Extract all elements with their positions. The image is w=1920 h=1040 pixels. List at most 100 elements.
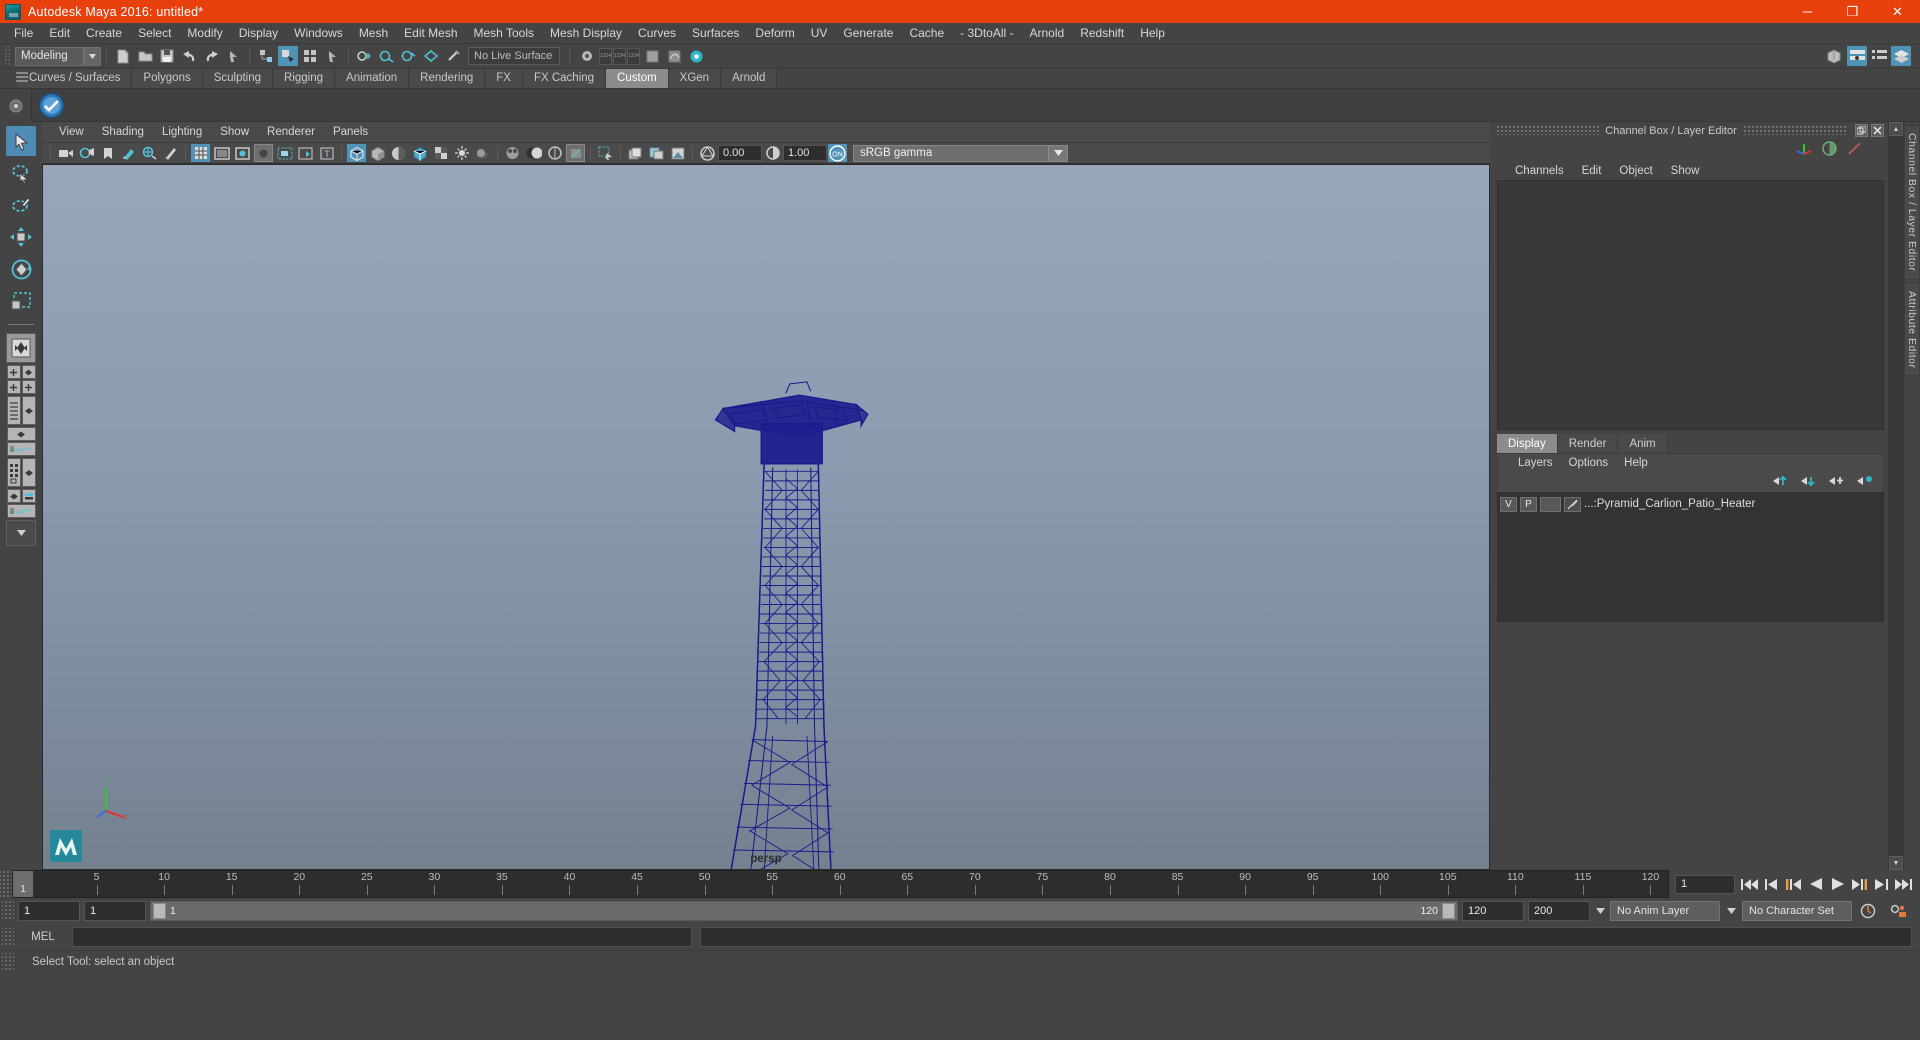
select-tool-icon[interactable] xyxy=(6,126,36,156)
step-back-icon[interactable] xyxy=(1763,876,1780,893)
range-handle-right[interactable] xyxy=(1442,903,1455,919)
range-handle-left[interactable] xyxy=(153,903,166,919)
snap-curve-icon[interactable] xyxy=(664,46,684,66)
new-layer-icon[interactable] xyxy=(1829,475,1845,490)
film-gate-icon[interactable] xyxy=(212,144,231,162)
menu-curves[interactable]: Curves xyxy=(630,24,684,43)
move-layer-up-icon[interactable] xyxy=(1773,475,1789,490)
shading-sphere-icon[interactable] xyxy=(1822,141,1837,159)
tab-render[interactable]: Render xyxy=(1557,434,1619,453)
use-all-lights-icon[interactable] xyxy=(452,144,471,162)
menu-mesh-display[interactable]: Mesh Display xyxy=(542,24,630,43)
help-line-grip[interactable] xyxy=(2,952,14,971)
panel-copy-icon[interactable] xyxy=(647,144,666,162)
current-time-indicator[interactable]: 1 xyxy=(13,871,33,897)
redo-icon[interactable] xyxy=(201,46,221,66)
show-channel-box-icon[interactable] xyxy=(1891,46,1911,66)
snap-to-grid-icon[interactable] xyxy=(577,46,597,66)
scroll-track[interactable] xyxy=(1889,136,1903,856)
range-slider-grip[interactable] xyxy=(2,901,14,921)
isolate-select-icon[interactable] xyxy=(596,144,615,162)
menu-windows[interactable]: Windows xyxy=(286,24,351,43)
numeric-input-y[interactable]: 1234 xyxy=(613,47,626,65)
xray-joints-icon[interactable] xyxy=(296,144,315,162)
layout-quad-br-icon[interactable] xyxy=(21,380,36,394)
menu-set-selector[interactable]: Modeling xyxy=(15,46,101,66)
viewport-menu-shading[interactable]: Shading xyxy=(93,125,153,139)
time-slider-grip[interactable] xyxy=(0,870,12,898)
menu-help[interactable]: Help xyxy=(1132,24,1173,43)
color-management-select[interactable]: sRGB gamma xyxy=(853,144,1068,162)
grid-toggle-icon[interactable] xyxy=(191,144,210,162)
image-plane-icon[interactable] xyxy=(119,144,138,162)
layout-outliner-small-icon[interactable] xyxy=(21,489,36,503)
channel-box-content[interactable] xyxy=(1497,180,1884,430)
motion-blur-icon[interactable] xyxy=(524,144,543,162)
lasso-tool-icon[interactable] xyxy=(6,158,36,188)
menu-modify[interactable]: Modify xyxy=(179,24,230,43)
viewport-menu-lighting[interactable]: Lighting xyxy=(153,125,211,139)
layer-display-type-toggle[interactable] xyxy=(1540,496,1561,512)
scroll-up-arrow-icon[interactable]: ▲ xyxy=(1889,122,1903,136)
gamma-icon[interactable] xyxy=(763,144,782,162)
shelf-tab-polygons[interactable]: Polygons xyxy=(132,69,203,88)
manipulator-axis-icon[interactable] xyxy=(1796,141,1812,160)
character-preferences-icon[interactable] xyxy=(1886,903,1912,919)
layer-menu-layers[interactable]: Layers xyxy=(1510,456,1561,470)
shelf-tab-arnold[interactable]: Arnold xyxy=(721,69,778,88)
menu-deform[interactable]: Deform xyxy=(747,24,802,43)
viewport-menu-renderer[interactable]: Renderer xyxy=(258,125,324,139)
display-layer-list[interactable]: V P ...:Pyramid_Carlion_Patio_Heater xyxy=(1497,492,1884,622)
paint-select-tool-icon[interactable] xyxy=(6,190,36,220)
viewport-3d-canvas[interactable]: Y X persp xyxy=(42,164,1490,870)
select-by-component-uv-icon[interactable] xyxy=(421,46,441,66)
menu-display[interactable]: Display xyxy=(231,24,286,43)
select-by-component-point-icon[interactable] xyxy=(355,46,375,66)
viewport-menu-show[interactable]: Show xyxy=(211,125,258,139)
maximize-button[interactable]: ❐ xyxy=(1830,0,1875,23)
menu-mesh-tools[interactable]: Mesh Tools xyxy=(466,24,542,43)
snap-point-icon[interactable] xyxy=(642,46,662,66)
texture-checker-icon[interactable] xyxy=(431,144,450,162)
textured-mode-icon[interactable]: T xyxy=(317,144,336,162)
shelf-tab-fx[interactable]: FX xyxy=(485,69,523,88)
construction-history-icon[interactable] xyxy=(686,46,706,66)
side-tab-attribute-editor[interactable]: Attribute Editor xyxy=(1904,282,1920,376)
playback-start-field[interactable]: 1 xyxy=(84,901,146,921)
viewport-menu-panels[interactable]: Panels xyxy=(324,125,377,139)
dual-pane-icon[interactable] xyxy=(626,144,645,162)
side-tab-channel-box[interactable]: Channel Box / Layer Editor xyxy=(1904,125,1920,280)
anim-end-field[interactable]: 200 xyxy=(1528,901,1590,921)
layout-graph-editor-icon[interactable] xyxy=(6,442,36,456)
menu-edit-mesh[interactable]: Edit Mesh xyxy=(396,24,465,43)
go-to-start-icon[interactable] xyxy=(1741,876,1758,893)
mel-output-field[interactable] xyxy=(700,927,1912,947)
two-d-pan-zoom-icon[interactable] xyxy=(140,144,159,162)
grease-pencil-icon[interactable] xyxy=(161,144,180,162)
component-mode-icon[interactable] xyxy=(300,46,320,66)
show-attribute-editor-icon[interactable] xyxy=(1847,46,1867,66)
minimize-button[interactable]: ─ xyxy=(1785,0,1830,23)
layout-persp-icon[interactable] xyxy=(21,396,36,425)
scroll-down-arrow-icon[interactable]: ▼ xyxy=(1889,856,1903,870)
xray-icon[interactable] xyxy=(275,144,294,162)
layer-name[interactable]: ...:Pyramid_Carlion_Patio_Heater xyxy=(1584,498,1755,510)
previous-key-icon[interactable] xyxy=(1785,876,1802,893)
undock-panel-button[interactable] xyxy=(1855,124,1868,137)
layer-color-swatch[interactable] xyxy=(1564,496,1581,512)
select-by-component-face-icon[interactable] xyxy=(399,46,419,66)
shelf-tab-curves-surfaces[interactable]: Curves / Surfaces xyxy=(18,69,133,88)
next-key-icon[interactable] xyxy=(1851,876,1868,893)
layer-visibility-toggle[interactable]: V xyxy=(1500,496,1517,512)
hierarchy-mode-icon[interactable] xyxy=(256,46,276,66)
go-to-end-icon[interactable] xyxy=(1895,876,1912,893)
menu-redshift[interactable]: Redshift xyxy=(1072,24,1132,43)
shelf-tab-animation[interactable]: Animation xyxy=(335,69,410,88)
shelf-tab-sculpting[interactable]: Sculpting xyxy=(202,69,274,88)
shelf-options-button[interactable] xyxy=(0,89,32,122)
scale-tool-icon[interactable] xyxy=(6,286,36,316)
save-scene-icon[interactable] xyxy=(157,46,177,66)
channel-menu-object[interactable]: Object xyxy=(1610,164,1661,178)
shelf-tab-fx-caching[interactable]: FX Caching xyxy=(522,69,607,88)
red-slash-icon[interactable] xyxy=(1847,141,1862,159)
